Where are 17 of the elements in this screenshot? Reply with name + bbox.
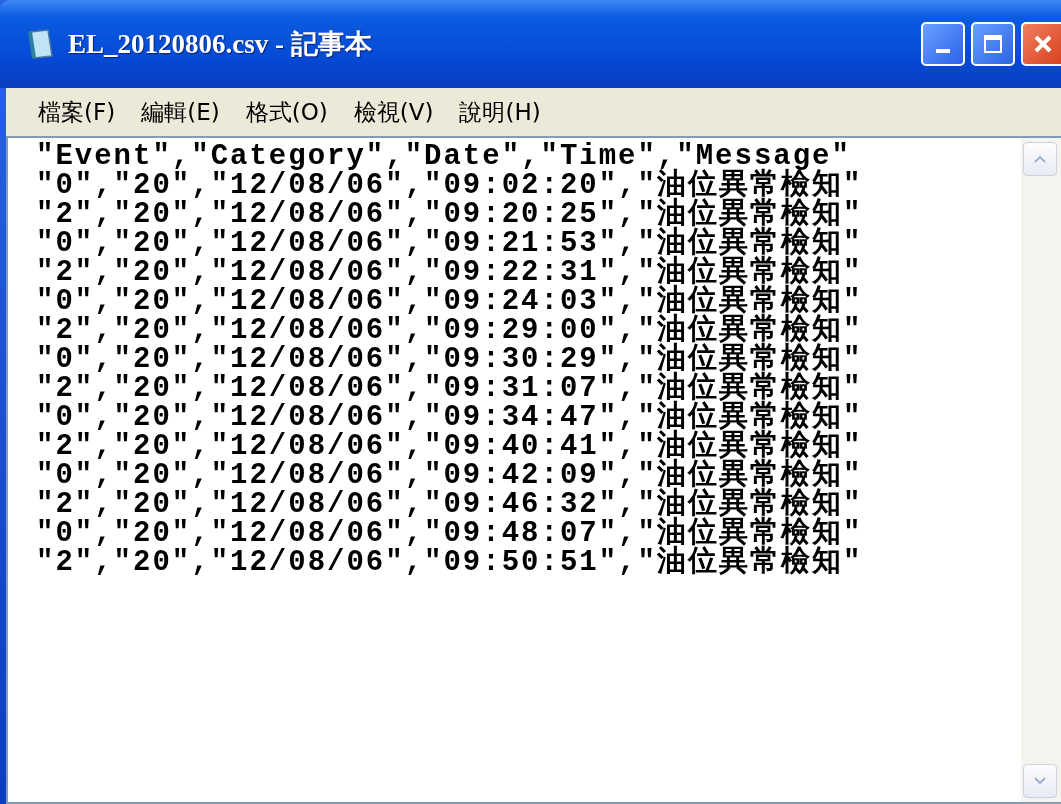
menu-item[interactable]: 說明(H) — [459, 96, 541, 128]
menu-item[interactable]: 檢視(V) — [353, 96, 434, 128]
menu-item[interactable]: 格式(O) — [245, 96, 328, 128]
minimize-button[interactable] — [921, 22, 965, 66]
text-line: "Event","Category","Date","Time","Message" — [36, 142, 851, 171]
menu-item[interactable]: 編輯(E) — [141, 96, 220, 128]
menu-item[interactable]: 檔案(F) — [38, 96, 116, 128]
text-area[interactable] — [6, 136, 1061, 804]
close-icon — [1032, 33, 1054, 55]
maximize-icon — [982, 33, 1004, 55]
maximize-button[interactable] — [971, 22, 1015, 66]
chevron-up-icon — [1033, 154, 1047, 164]
notepad-icon — [28, 28, 54, 60]
minimize-icon — [936, 49, 950, 53]
chevron-down-icon — [1033, 776, 1047, 786]
window-title: EL_20120806.csv - 記事本 — [68, 28, 373, 61]
close-button[interactable] — [1021, 22, 1061, 66]
